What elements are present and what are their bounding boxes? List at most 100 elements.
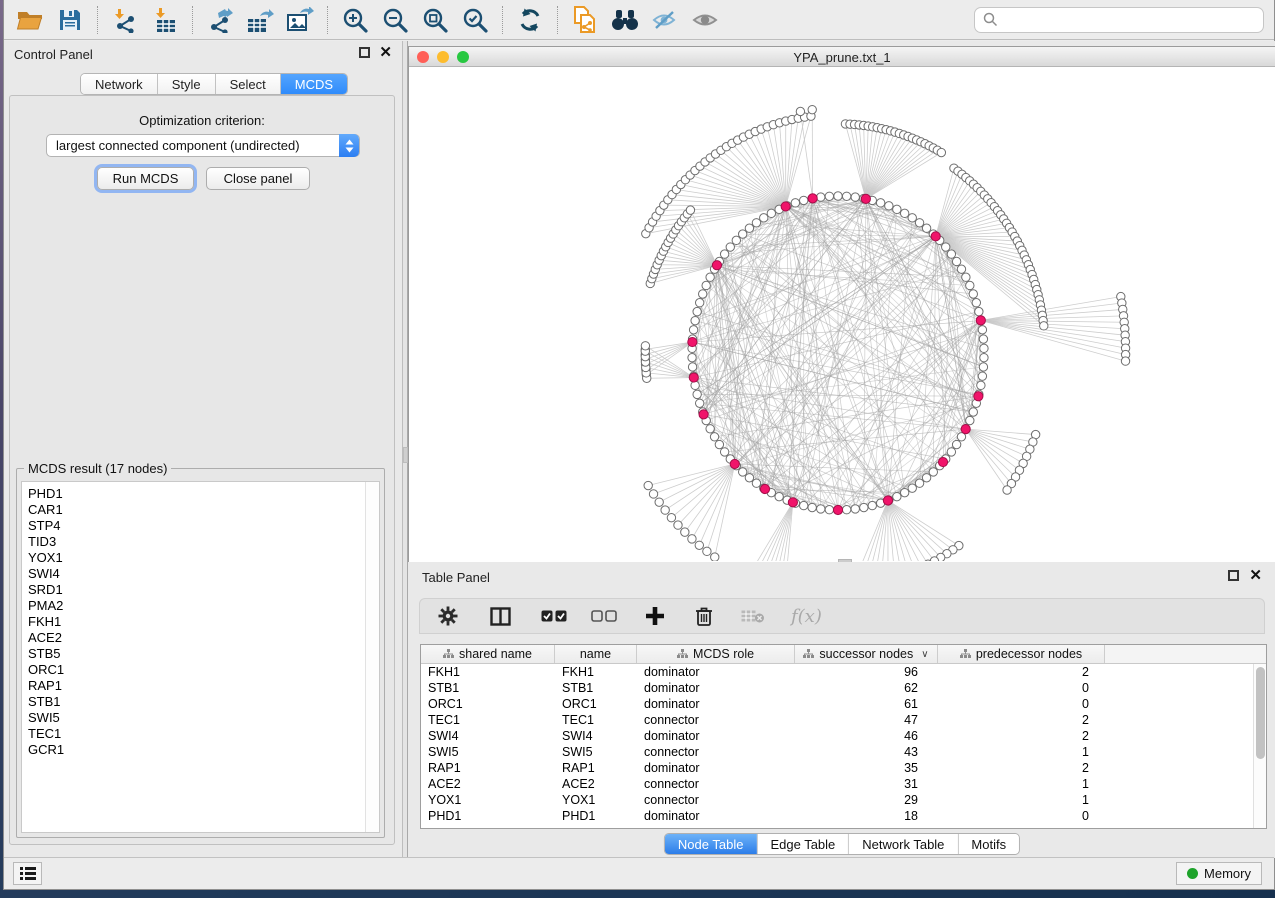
network-node[interactable] (937, 148, 945, 156)
run-mcds-button[interactable]: Run MCDS (97, 167, 194, 190)
mcds-list-scrollbar[interactable] (365, 482, 379, 832)
optimization-criterion-select[interactable]: largest connected component (undirected) (46, 134, 360, 157)
mcds-result-item[interactable]: CAR1 (28, 502, 379, 518)
network-node[interactable] (952, 257, 960, 265)
network-node[interactable] (978, 372, 986, 380)
deselect-all-button[interactable] (591, 610, 617, 622)
network-node[interactable] (978, 326, 986, 334)
mcds-result-item[interactable]: YOX1 (28, 550, 379, 566)
network-node[interactable] (1003, 486, 1011, 494)
network-hub-node[interactable] (974, 392, 983, 401)
network-node[interactable] (711, 553, 719, 561)
network-node[interactable] (695, 541, 703, 549)
column-header-shared-name[interactable]: shared name (421, 645, 555, 663)
network-node[interactable] (860, 503, 868, 511)
hide-selected-button[interactable] (645, 3, 685, 37)
network-node[interactable] (868, 501, 876, 509)
import-table-button[interactable] (145, 3, 185, 37)
network-hub-node[interactable] (861, 194, 870, 203)
table-row[interactable]: RAP1RAP1dominator352 (421, 760, 1253, 776)
network-hub-node[interactable] (781, 202, 790, 211)
network-node[interactable] (686, 206, 694, 214)
network-node[interactable] (752, 479, 760, 487)
network-node[interactable] (706, 425, 714, 433)
network-node[interactable] (738, 230, 746, 238)
network-node[interactable] (977, 381, 985, 389)
network-node[interactable] (969, 408, 977, 416)
close-panel-icon[interactable]: ✕ (379, 47, 392, 58)
network-node[interactable] (703, 547, 711, 555)
network-hub-node[interactable] (730, 459, 739, 468)
column-header-successor-nodes[interactable]: successor nodes∨ (795, 645, 938, 663)
network-node[interactable] (655, 498, 663, 506)
open-session-button[interactable] (10, 3, 50, 37)
column-header-name[interactable]: name (555, 645, 637, 663)
network-node[interactable] (726, 243, 734, 251)
mcds-result-item[interactable]: ORC1 (28, 662, 379, 678)
network-node[interactable] (693, 390, 701, 398)
network-node[interactable] (661, 506, 669, 514)
mcds-result-item[interactable]: PHD1 (28, 486, 379, 502)
network-node[interactable] (842, 506, 850, 514)
network-node[interactable] (893, 492, 901, 500)
zoom-fit-button[interactable] (415, 3, 455, 37)
delete-column-button[interactable] (695, 606, 713, 627)
network-hub-node[interactable] (760, 484, 769, 493)
network-node[interactable] (738, 468, 746, 476)
export-network-button[interactable] (200, 3, 240, 37)
network-node[interactable] (688, 535, 696, 543)
show-all-button[interactable] (685, 3, 725, 37)
network-node[interactable] (745, 474, 753, 482)
float-panel-icon[interactable] (359, 47, 370, 58)
network-node[interactable] (691, 316, 699, 324)
refresh-view-button[interactable] (510, 3, 550, 37)
network-node[interactable] (800, 501, 808, 509)
mcds-result-item[interactable]: SWI4 (28, 566, 379, 582)
network-hub-node[interactable] (961, 425, 970, 434)
table-row[interactable]: TEC1TEC1connector472 (421, 712, 1253, 728)
tab-style[interactable]: Style (158, 74, 216, 94)
network-window-titlebar[interactable]: YPA_prune.txt_1 (409, 47, 1275, 67)
network-node[interactable] (817, 505, 825, 513)
table-row[interactable]: SWI5SWI5connector431 (421, 744, 1253, 760)
network-node[interactable] (1040, 322, 1048, 330)
network-node[interactable] (942, 243, 950, 251)
mcds-result-item[interactable]: PMA2 (28, 598, 379, 614)
network-node[interactable] (851, 193, 859, 201)
mcds-result-item[interactable]: SWI5 (28, 710, 379, 726)
zoom-selected-button[interactable] (455, 3, 495, 37)
network-node[interactable] (893, 205, 901, 213)
network-hub-node[interactable] (976, 316, 985, 325)
network-hub-node[interactable] (883, 496, 892, 505)
network-node[interactable] (825, 192, 833, 200)
table-scrollbar-thumb[interactable] (1256, 667, 1265, 759)
export-image-button[interactable] (280, 3, 320, 37)
tab-motifs[interactable]: Motifs (958, 834, 1019, 854)
add-column-button[interactable] (645, 606, 665, 626)
tab-select[interactable]: Select (216, 74, 281, 94)
mcds-result-item[interactable]: TID3 (28, 534, 379, 550)
network-hub-node[interactable] (689, 373, 698, 382)
network-node[interactable] (979, 363, 987, 371)
column-header-predecessor-nodes[interactable]: predecessor nodes (938, 645, 1105, 663)
table-row[interactable]: YOX1YOX1connector291 (421, 792, 1253, 808)
apply-function-button[interactable]: f(x) (791, 606, 822, 627)
network-node[interactable] (975, 307, 983, 315)
mcds-result-item[interactable]: STB5 (28, 646, 379, 662)
network-hub-node[interactable] (688, 337, 697, 346)
tab-network-table[interactable]: Network Table (849, 834, 958, 854)
zoom-out-button[interactable] (375, 3, 415, 37)
network-hub-node[interactable] (788, 498, 797, 507)
network-node[interactable] (791, 199, 799, 207)
network-node[interactable] (842, 192, 850, 200)
network-node[interactable] (720, 250, 728, 258)
show-task-history-button[interactable] (13, 862, 42, 885)
network-node[interactable] (929, 468, 937, 476)
mcds-result-item[interactable]: SRD1 (28, 582, 379, 598)
mcds-result-item[interactable]: STB1 (28, 694, 379, 710)
network-node[interactable] (800, 196, 808, 204)
network-node[interactable] (952, 440, 960, 448)
network-node[interactable] (885, 202, 893, 210)
network-node[interactable] (752, 219, 760, 227)
network-node[interactable] (947, 448, 955, 456)
